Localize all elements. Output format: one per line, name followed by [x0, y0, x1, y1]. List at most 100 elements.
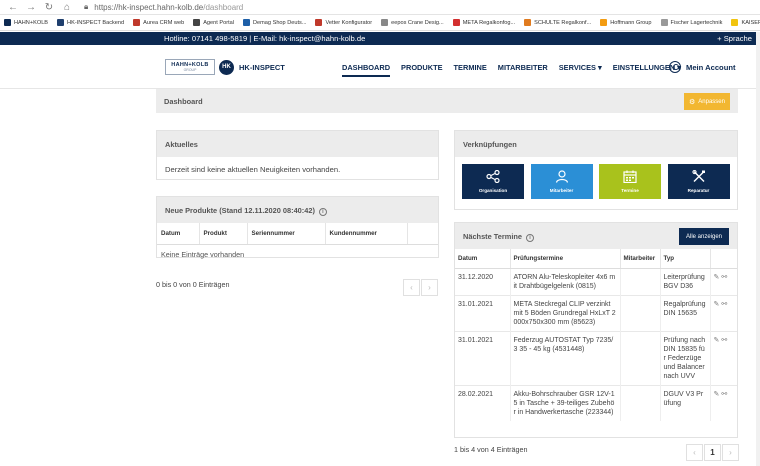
nav-services[interactable]: SERVICES ▾ — [559, 63, 602, 77]
col-seriennummer[interactable]: Seriennummer — [247, 223, 326, 245]
show-all-button[interactable]: Alle anzeigen — [679, 228, 729, 245]
logo-text: HK-INSPECT — [239, 62, 285, 72]
home-icon[interactable]: ⌂ — [60, 2, 74, 13]
language-switch[interactable]: + Sprache — [717, 34, 752, 43]
favicon-icon — [731, 19, 739, 26]
bookmark-item[interactable]: Vetter Konfigurator — [315, 19, 372, 26]
prev-page-button[interactable]: ‹ — [403, 279, 420, 296]
url-host: https://hk-inspect.hahn-kolb.de — [94, 2, 204, 12]
hahn-kolb-logo: HAHN+KOLB GROUP — [165, 59, 215, 75]
favicon-icon — [452, 19, 460, 26]
nav-produkte[interactable]: PRODUKTE — [401, 63, 442, 77]
favicon-icon — [381, 19, 389, 26]
next-page-button[interactable]: › — [722, 444, 739, 461]
link-icon[interactable]: ⚯ — [721, 274, 727, 281]
bookmark-label: eepos Crane Desig... — [391, 19, 444, 26]
appointments-pagination: ‹ 1 › — [685, 444, 739, 461]
tile-reparatur[interactable]: Reparatur — [667, 164, 730, 199]
news-panel-header: Aktuelles — [157, 131, 438, 157]
products-pagination: ‹ › — [402, 279, 438, 296]
new-products-table: Datum Produkt Seriennummer Kundennummer … — [157, 223, 438, 264]
back-icon[interactable]: ← — [6, 2, 20, 13]
bookmark-item[interactable]: Hoffmann Group — [600, 19, 652, 26]
new-products-title: Neue Produkte (Stand 12.11.2020 08:40:42… — [165, 206, 315, 215]
col-mitarbeiter[interactable]: Mitarbeiter — [620, 249, 661, 269]
tile-organisation[interactable]: Organisation — [462, 164, 524, 199]
info-icon[interactable]: i — [318, 208, 327, 216]
tools-icon — [691, 170, 705, 182]
row-type: DGUV V3 Prüfung — [660, 385, 711, 421]
col-datum[interactable]: Datum — [455, 249, 511, 269]
bookmark-label: META Regalkonfog... — [462, 19, 516, 26]
tile-mitarbeiter[interactable]: Mitarbeiter — [530, 164, 593, 199]
table-row: Keine Einträge vorhanden — [157, 245, 438, 265]
row-type: Prüfung nach DIN 15835 für Federzüge und… — [660, 331, 711, 386]
shortcuts-panel: Verknüpfungen Organisation Mitarbeiter T… — [454, 130, 738, 210]
nav-mitarbeiter[interactable]: MITARBEITER — [498, 63, 548, 77]
url-field[interactable]: 🔒︎ https://hk-inspect.hahn-kolb.de/dashb… — [84, 2, 243, 12]
bookmark-item[interactable]: eepos Crane Desig... — [381, 19, 444, 26]
bookmarks-bar: HAHN+KOLB HK-INSPECT Backend Aurea CRM web… — [0, 15, 760, 31]
col-pruefungstermine[interactable]: Prüfungstermine — [510, 249, 621, 269]
next-page-button[interactable]: › — [421, 279, 438, 296]
favicon-icon — [4, 19, 11, 26]
row-product: Federzug AUTOSTAT Typ 7235/3 35 - 45 kg … — [510, 331, 621, 386]
news-title: Aktuelles — [165, 140, 198, 149]
bookmark-label: Aurea CRM web — [143, 19, 185, 26]
edit-icon[interactable]: ✎ — [714, 301, 720, 308]
bookmark-item[interactable]: HK-INSPECT Backend — [57, 19, 124, 26]
bookmark-item[interactable]: KAISER+KRAFT — [731, 19, 760, 26]
products-count: 0 bis 0 von 0 Einträgen — [156, 280, 230, 289]
bookmark-label: Vetter Konfigurator — [325, 19, 373, 26]
nav-termine[interactable]: TERMINE — [454, 63, 487, 77]
row-type: Leiterprüfung BGV D36 — [660, 268, 711, 296]
current-page[interactable]: 1 — [704, 444, 721, 461]
row-product: Akku-Bohrschrauber GSR 12V-15 in Tasche … — [510, 385, 621, 421]
favicon-icon — [315, 19, 323, 26]
link-icon[interactable]: ⚯ — [721, 337, 727, 344]
reload-icon[interactable]: ↻ — [42, 2, 56, 13]
bookmark-item[interactable]: META Regalkonfog... — [452, 19, 516, 26]
bookmark-item[interactable]: Fischer Lagertechnik — [660, 19, 723, 26]
bookmark-item[interactable]: HAHN+KOLB — [4, 19, 48, 26]
gear-icon: ⚙ — [689, 98, 696, 106]
tile-termine[interactable]: Termine — [599, 164, 661, 199]
edit-icon[interactable]: ✎ — [714, 274, 720, 281]
bookmark-item[interactable]: Aurea CRM web — [133, 19, 184, 26]
bookmark-label: SCHULTE Regalkonf... — [534, 19, 592, 26]
bookmark-label: Fischer Lagertechnik — [670, 19, 723, 26]
forward-icon[interactable]: → — [24, 2, 38, 13]
edit-icon[interactable]: ✎ — [714, 337, 720, 344]
account-link[interactable]: Mein Account — [669, 61, 736, 73]
bookmark-label: HK-INSPECT Backend — [67, 19, 125, 26]
table-row: 28.02.2021 Akku-Bohrschrauber GSR 12V-15… — [455, 385, 737, 421]
col-datum[interactable]: Datum — [157, 223, 200, 245]
edit-icon[interactable]: ✎ — [714, 391, 720, 398]
page-scrollbar[interactable] — [756, 32, 760, 466]
next-appointments-header: Nächste Termine i Alle anzeigen — [455, 223, 737, 249]
favicon-icon — [133, 19, 141, 26]
bookmark-item[interactable]: SCHULTE Regalkonf... — [524, 19, 591, 26]
row-employee — [620, 331, 661, 386]
bookmark-item[interactable]: Agent Portal — [193, 19, 234, 26]
col-kundennummer[interactable]: Kundennummer — [325, 223, 408, 245]
bookmark-item[interactable]: Demag Shop Deuts... — [243, 19, 306, 26]
link-icon[interactable]: ⚯ — [721, 391, 727, 398]
browser-address-bar: ← → ↻ ⌂ 🔒︎ https://hk-inspect.hahn-kolb.… — [0, 0, 760, 15]
nav-dashboard[interactable]: DASHBOARD — [342, 63, 391, 77]
prev-page-button[interactable]: ‹ — [686, 444, 703, 461]
main-nav: DASHBOARD PRODUKTE TERMINE MITARBEITER S… — [342, 63, 692, 77]
appointments-table: Datum Prüfungstermine Mitarbeiter Typ 31… — [455, 249, 737, 421]
col-actions — [407, 223, 438, 245]
logo[interactable]: HAHN+KOLB GROUP HK HK-INSPECT — [165, 59, 285, 75]
customize-button[interactable]: ⚙ Anpassen — [684, 93, 730, 110]
col-produkt[interactable]: Produkt — [199, 223, 248, 245]
col-typ[interactable]: Typ — [660, 249, 711, 269]
bookmark-label: Hoffmann Group — [610, 19, 652, 26]
info-icon[interactable]: i — [526, 234, 535, 242]
lock-icon: 🔒︎ — [84, 2, 89, 11]
link-icon[interactable]: ⚯ — [721, 301, 727, 308]
bookmark-label: KAISER+KRAFT — [741, 19, 760, 26]
shortcuts-title: Verknüpfungen — [463, 140, 517, 149]
tile-label: Organisation — [478, 188, 508, 193]
